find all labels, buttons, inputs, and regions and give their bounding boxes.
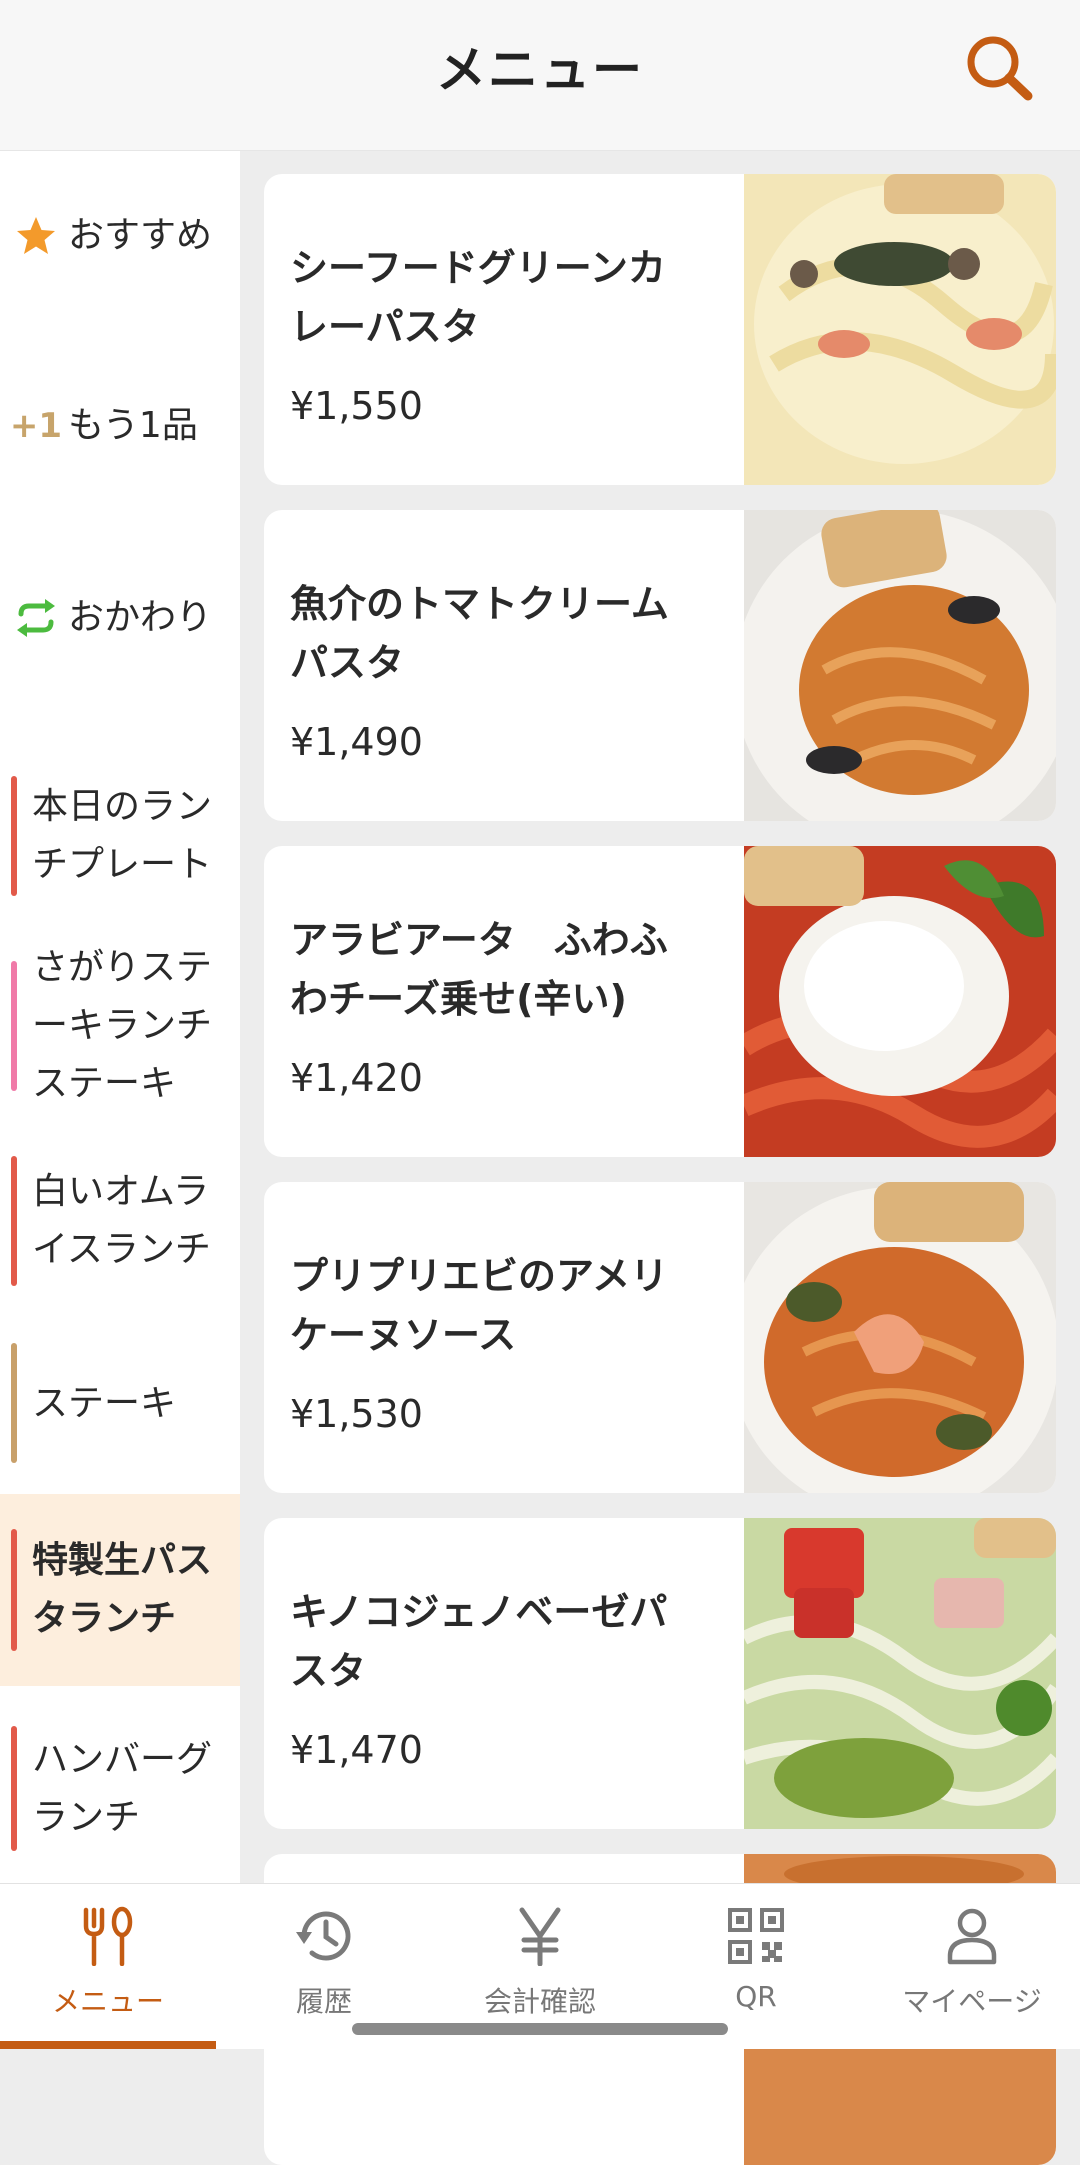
tab-mypage[interactable]: マイページ bbox=[864, 1884, 1080, 2049]
sidebar-item-pasta-lunch[interactable]: 特製生パスタランチ bbox=[0, 1494, 240, 1686]
menu-item-price: ¥1,490 bbox=[290, 720, 423, 764]
menu-item-price: ¥1,470 bbox=[290, 1728, 423, 1772]
menu-item-card[interactable]: キノコジェノベーゼパスタ ¥1,470 bbox=[264, 1518, 1056, 1829]
menu-item-card[interactable]: シーフードグリーンカレーパスタ ¥1,550 bbox=[264, 174, 1056, 485]
menu-item-photo bbox=[744, 846, 1056, 1157]
category-color-bar bbox=[11, 1156, 17, 1286]
sidebar-item-label: ハンバーグランチ bbox=[32, 1738, 213, 1838]
menu-item-price: ¥1,550 bbox=[290, 384, 423, 428]
sidebar-item-sagari-steak[interactable]: さがりステーキランチステーキ bbox=[0, 926, 240, 1126]
sidebar-item-omurice[interactable]: 白いオムライスランチ bbox=[0, 1131, 240, 1311]
sidebar-item-refill[interactable]: おかわり bbox=[0, 563, 240, 673]
menu-item-price: ¥1,530 bbox=[290, 1392, 423, 1436]
menu-item-price: ¥1,420 bbox=[290, 1056, 423, 1100]
sidebar-item-label: 特製生パスタランチ bbox=[32, 1540, 213, 1639]
sidebar-item-one-more[interactable]: +1 もう1品 bbox=[0, 371, 240, 481]
category-color-bar bbox=[11, 1343, 17, 1463]
refresh-icon bbox=[14, 596, 58, 640]
category-color-bar bbox=[11, 1529, 17, 1651]
page-title: メニュー bbox=[436, 41, 644, 99]
category-sidebar: おすすめ +1 もう1品 おかわり 本日のランチプレート さがりステーキランチス… bbox=[0, 151, 240, 1883]
star-icon bbox=[14, 214, 58, 258]
sidebar-item-label: ステーキ bbox=[32, 1382, 177, 1424]
menu-item-photo bbox=[744, 174, 1056, 485]
menu-item-name: 魚介のトマトクリームパスタ bbox=[290, 582, 669, 685]
tab-label: QR bbox=[735, 1980, 777, 2013]
menu-item-text: 魚介のトマトクリームパスタ ¥1,490 bbox=[290, 510, 710, 821]
tab-label: 会計確認 bbox=[483, 1985, 596, 2018]
menu-item-name: アラビアータ ふわふわチーズ乗せ(辛い) bbox=[290, 918, 668, 1021]
menu-item-photo bbox=[744, 1182, 1056, 1493]
menu-item-card[interactable]: プリプリエビのアメリケーヌソース ¥1,530 bbox=[264, 1182, 1056, 1493]
home-indicator[interactable] bbox=[352, 2023, 728, 2035]
sidebar-item-label: もう1品 bbox=[68, 405, 198, 446]
menu-item-text: シーフードグリーンカレーパスタ ¥1,550 bbox=[290, 174, 710, 485]
sidebar-item-label: 白いオムライスランチ bbox=[32, 1171, 211, 1270]
sidebar-item-label: さがりステーキランチステーキ bbox=[32, 947, 213, 1104]
sidebar-item-hamburg[interactable]: ハンバーグランチ bbox=[0, 1696, 240, 1881]
user-icon bbox=[947, 1908, 997, 1965]
category-color-bar bbox=[11, 776, 17, 896]
menu-item-text: アラビアータ ふわふわチーズ乗せ(辛い) ¥1,420 bbox=[290, 846, 710, 1157]
menu-item-text: プリプリエビのアメリケーヌソース ¥1,530 bbox=[290, 1182, 710, 1493]
menu-item-text: キノコジェノベーゼパスタ ¥1,470 bbox=[290, 1518, 710, 1829]
sidebar-item-label: おかわり bbox=[68, 597, 213, 638]
tab-label: マイページ bbox=[902, 1985, 1042, 2018]
category-color-bar bbox=[11, 1726, 17, 1851]
sidebar-item-label: 本日のランチプレート bbox=[32, 786, 213, 885]
category-color-bar bbox=[11, 961, 17, 1091]
app-header: メニュー bbox=[0, 0, 1080, 151]
menu-item-card[interactable]: アラビアータ ふわふわチーズ乗せ(辛い) ¥1,420 bbox=[264, 846, 1056, 1157]
tab-menu[interactable]: メニュー bbox=[0, 1884, 216, 2049]
plus-one-icon: +1 bbox=[9, 406, 63, 446]
tab-label: 履歴 bbox=[295, 1985, 352, 2018]
yen-icon bbox=[519, 1907, 561, 1966]
menu-item-name: シーフードグリーンカレーパスタ bbox=[290, 246, 666, 349]
qr-code-icon bbox=[728, 1908, 784, 1964]
sidebar-item-recommended[interactable]: おすすめ bbox=[0, 181, 240, 291]
search-button[interactable] bbox=[960, 30, 1040, 110]
menu-item-name: プリプリエビのアメリケーヌソース bbox=[290, 1254, 669, 1357]
search-icon bbox=[967, 36, 1033, 101]
menu-item-photo bbox=[744, 1518, 1056, 1829]
menu-item-name: キノコジェノベーゼパスタ bbox=[290, 1590, 668, 1693]
menu-item-card[interactable]: 魚介のトマトクリームパスタ ¥1,490 bbox=[264, 510, 1056, 821]
tab-label: メニュー bbox=[51, 1985, 164, 2018]
sidebar-item-label: おすすめ bbox=[68, 215, 213, 256]
sidebar-item-lunch-plate[interactable]: 本日のランチプレート bbox=[0, 751, 240, 921]
history-icon bbox=[296, 1911, 351, 1961]
menu-item-photo bbox=[744, 510, 1056, 821]
sidebar-item-steak[interactable]: ステーキ bbox=[0, 1321, 240, 1486]
fork-spoon-icon bbox=[83, 1906, 133, 1966]
